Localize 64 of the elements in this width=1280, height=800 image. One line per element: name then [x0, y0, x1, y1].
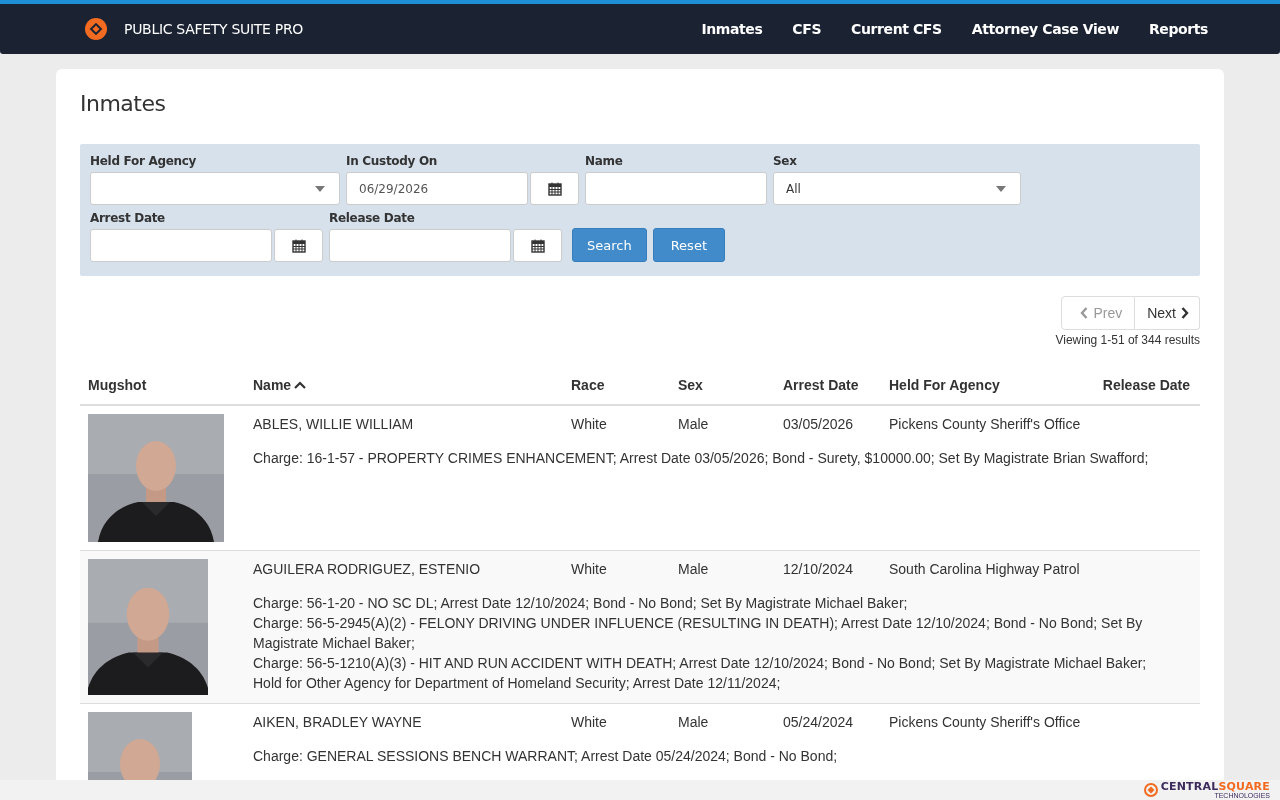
caret-icon: [315, 185, 325, 192]
charge-text: Charge: GENERAL SESSIONS BENCH WARRANT; Arrest Date 05/24/2024; Bond - No Bond;: [253, 747, 839, 766]
charge-text: Charge: 56-5-1210(A)(3) - HIT AND RUN ACCIDENT WITH DEATH; Arrest Date 12/10/2024; Bond - No Bond; Set By Magistrate Michael Baker;: [253, 654, 1148, 673]
table-cell-text: AIKEN, BRADLEY WAYNE: [252, 714, 423, 730]
results-summary: Viewing 1-51 of 344 results: [1055, 333, 1200, 347]
date-field[interactable]: [90, 229, 272, 262]
table-cell-text: South Carolina Highway Patrol: [888, 561, 1081, 577]
field-label: Held For Agency: [90, 154, 198, 168]
reset-button[interactable]: Reset: [652, 228, 725, 262]
table-cell-text: ABLES, WILLIE WILLIAM: [252, 416, 415, 432]
nav-link[interactable]: Current CFS: [851, 21, 942, 37]
chevron-right-icon: [1181, 307, 1189, 319]
nav-link[interactable]: Inmates: [701, 21, 763, 37]
field-label: Sex: [773, 154, 798, 168]
table-cell-text: Pickens County Sheriff's Office: [888, 416, 1082, 432]
column-header[interactable]: Name: [253, 377, 292, 393]
column-header[interactable]: Held For Agency: [889, 377, 1000, 393]
field-label: Arrest Date: [90, 211, 166, 225]
column-header[interactable]: Arrest Date: [783, 377, 859, 393]
table-cell-text: White: [570, 416, 608, 432]
company-logo-text: CENTRALSQUARE: [1160, 781, 1270, 792]
table-cell-text: White: [570, 561, 608, 577]
name-field[interactable]: [585, 172, 767, 205]
logo-icon: [84, 17, 108, 41]
calendar-icon: [547, 181, 562, 196]
date-field[interactable]: [329, 229, 511, 262]
nav-link[interactable]: Reports: [1148, 21, 1208, 37]
calendar-icon: [530, 238, 545, 253]
table-cell-text: Pickens County Sheriff's Office: [888, 714, 1082, 730]
charge-text: Charge: 56-5-2945(A)(2) - FELONY DRIVING UNDER INFLUENCE (RESULTING IN DEATH); Arrest Date 12/10/2024; Bond - No Bond; Set By Magistrate Michael Baker;: [253, 614, 1144, 653]
field-label: Name: [585, 154, 624, 168]
table-cell-text: AGUILERA RODRIGUEZ, ESTENIO: [252, 561, 482, 577]
field-label: In Custody On: [346, 154, 439, 168]
charge-text: Charge: 56-1-20 - NO SC DL; Arrest Date 12/10/2024; Bond - No Bond; Set By Magistrate Michael Baker;: [253, 594, 909, 613]
select-field[interactable]: [90, 172, 340, 205]
nav-link[interactable]: Attorney Case View: [971, 21, 1119, 37]
page-title: Inmates: [80, 91, 167, 116]
chevron-left-icon: [1080, 307, 1089, 319]
table-cell-text: 12/10/2024: [782, 561, 855, 577]
search-button[interactable]: Search: [572, 228, 647, 262]
column-header[interactable]: Sex: [678, 377, 703, 393]
table-cell-text: Male: [677, 561, 710, 577]
calendar-button[interactable]: [530, 172, 579, 205]
column-header[interactable]: Race: [571, 377, 605, 393]
calendar-button[interactable]: [513, 229, 562, 262]
date-field[interactable]: 06/29/2026: [346, 172, 528, 205]
caret-icon: [996, 185, 1006, 192]
nav-link[interactable]: CFS: [792, 21, 822, 37]
select-field[interactable]: All: [773, 172, 1021, 205]
charge-text: Charge: 16-1-57 - PROPERTY CRIMES ENHANCEMENT; Arrest Date 03/05/2026; Bond - Surety, $10000.00; Set By Magistrate Brian Swafford;: [253, 449, 1150, 468]
field-label: Release Date: [329, 211, 416, 225]
table-cell-text: 05/24/2024: [782, 714, 855, 730]
calendar-icon: [291, 238, 306, 253]
app-title: PUBLIC SAFETY SUITE PRO: [124, 21, 304, 37]
logo-icon: [1143, 783, 1158, 797]
next-button[interactable]: Next: [1135, 296, 1200, 330]
charge-text: Hold for Other Agency for Department of Homeland Security; Arrest Date 12/11/2024;: [253, 674, 782, 693]
table-cell-text: White: [570, 714, 608, 730]
calendar-button[interactable]: [274, 229, 323, 262]
column-header[interactable]: Release Date: [1102, 377, 1190, 393]
table-cell-text: Male: [677, 714, 710, 730]
column-header[interactable]: Mugshot: [88, 377, 147, 393]
table-cell-text: Male: [677, 416, 710, 432]
table-cell-text: 03/05/2026: [782, 416, 855, 432]
